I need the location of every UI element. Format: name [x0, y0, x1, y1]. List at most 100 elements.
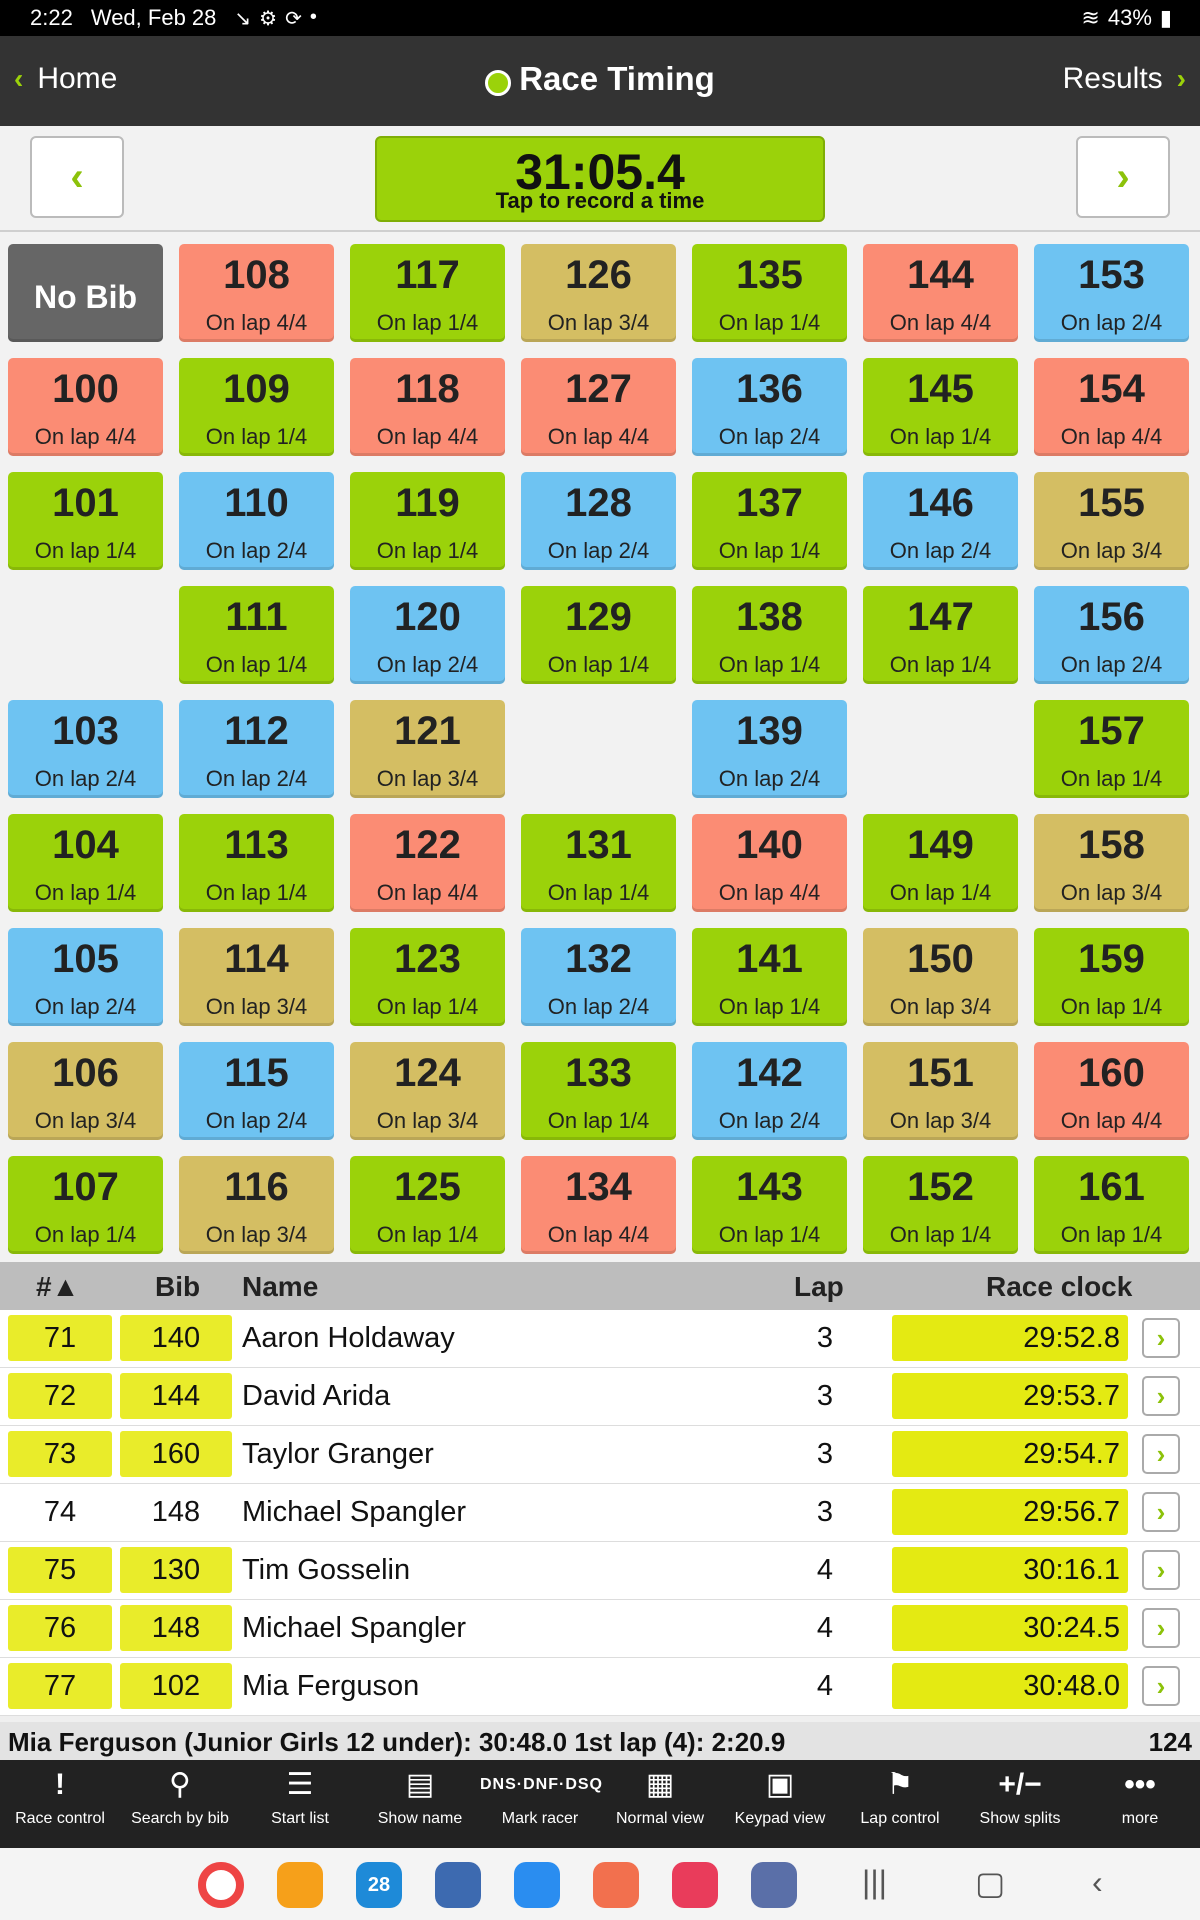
bib-tile[interactable]: 103 On lap 2/4 [8, 700, 163, 798]
bib-tile[interactable]: 144 On lap 4/4 [863, 244, 1018, 342]
race-clock-cell[interactable]: 30:16.1 [892, 1547, 1128, 1593]
table-row[interactable]: 77 102 Mia Ferguson 4 30:48.0 › [0, 1658, 1200, 1716]
bib-tile[interactable]: 120 On lap 2/4 [350, 586, 505, 684]
bib-tile[interactable]: 156 On lap 2/4 [1034, 586, 1189, 684]
bib-tile[interactable]: 139 On lap 2/4 [692, 700, 847, 798]
bib-tile[interactable]: 100 On lap 4/4 [8, 358, 163, 456]
bib-tile[interactable]: 131 On lap 1/4 [521, 814, 676, 912]
camera-icon[interactable] [672, 1862, 718, 1908]
home-system-button[interactable]: ▢ [975, 1864, 1005, 1902]
row-detail-button[interactable]: › [1142, 1550, 1180, 1590]
settings-icon[interactable] [435, 1862, 481, 1908]
bib-tile[interactable]: 158 On lap 3/4 [1034, 814, 1189, 912]
messages-icon[interactable] [514, 1862, 560, 1908]
recent-apps-button[interactable]: ||| [862, 1864, 887, 1901]
bib-tile[interactable]: 127 On lap 4/4 [521, 358, 676, 456]
race-clock-cell[interactable]: 30:48.0 [892, 1663, 1128, 1709]
bib-tile[interactable]: 114 On lap 3/4 [179, 928, 334, 1026]
calendar-icon[interactable]: 28 [356, 1862, 402, 1908]
bib-tile[interactable]: 141 On lap 1/4 [692, 928, 847, 1026]
header-num[interactable]: #▲ [36, 1271, 79, 1303]
apps-icon[interactable] [751, 1862, 797, 1908]
bib-tile[interactable]: 110 On lap 2/4 [179, 472, 334, 570]
bib-cell[interactable]: 148 [120, 1489, 232, 1535]
show-splits-button[interactable]: +/− Show splits [960, 1760, 1080, 1848]
bib-tile[interactable]: 142 On lap 2/4 [692, 1042, 847, 1140]
table-row[interactable]: 76 148 Michael Spangler 4 30:24.5 › [0, 1600, 1200, 1658]
next-page-button[interactable]: › [1076, 136, 1170, 218]
bib-tile[interactable]: 136 On lap 2/4 [692, 358, 847, 456]
bib-tile[interactable]: 117 On lap 1/4 [350, 244, 505, 342]
row-detail-button[interactable]: › [1142, 1318, 1180, 1358]
bib-tile[interactable]: 137 On lap 1/4 [692, 472, 847, 570]
files-icon[interactable] [277, 1862, 323, 1908]
normal-view-button[interactable]: ▦ Normal view [600, 1760, 720, 1848]
contacts-icon[interactable] [593, 1862, 639, 1908]
header-bib[interactable]: Bib [155, 1271, 200, 1303]
bib-tile[interactable]: 115 On lap 2/4 [179, 1042, 334, 1140]
bib-tile[interactable]: 105 On lap 2/4 [8, 928, 163, 1026]
bib-tile[interactable]: 121 On lap 3/4 [350, 700, 505, 798]
bib-cell[interactable]: 144 [120, 1373, 232, 1419]
bib-tile[interactable]: 160 On lap 4/4 [1034, 1042, 1189, 1140]
results-button[interactable]: Results › [1063, 62, 1186, 96]
table-row[interactable]: 74 148 Michael Spangler 3 29:56.7 › [0, 1484, 1200, 1542]
bib-tile[interactable]: 126 On lap 3/4 [521, 244, 676, 342]
bib-tile[interactable]: 122 On lap 4/4 [350, 814, 505, 912]
bib-cell[interactable]: 140 [120, 1315, 232, 1361]
bib-tile[interactable]: 116 On lap 3/4 [179, 1156, 334, 1254]
bib-tile[interactable]: 149 On lap 1/4 [863, 814, 1018, 912]
bib-cell[interactable]: 130 [120, 1547, 232, 1593]
row-detail-button[interactable]: › [1142, 1666, 1180, 1706]
bib-tile[interactable]: 128 On lap 2/4 [521, 472, 676, 570]
start-list-button[interactable]: ☰ Start list [240, 1760, 360, 1848]
row-detail-button[interactable]: › [1142, 1608, 1180, 1648]
bib-cell[interactable]: 148 [120, 1605, 232, 1651]
search-by-bib-button[interactable]: ⚲ Search by bib [120, 1760, 240, 1848]
row-detail-button[interactable]: › [1142, 1376, 1180, 1416]
bib-tile[interactable]: 143 On lap 1/4 [692, 1156, 847, 1254]
bib-tile[interactable]: 147 On lap 1/4 [863, 586, 1018, 684]
bib-tile[interactable]: 108 On lap 4/4 [179, 244, 334, 342]
bib-cell[interactable]: 160 [120, 1431, 232, 1477]
race-clock-cell[interactable]: 29:53.7 [892, 1373, 1128, 1419]
mark-racer-button[interactable]: DNS·DNF·DSQ Mark racer [480, 1760, 602, 1848]
bib-tile[interactable]: 159 On lap 1/4 [1034, 928, 1189, 1026]
bib-tile[interactable]: 107 On lap 1/4 [8, 1156, 163, 1254]
bib-tile[interactable]: 161 On lap 1/4 [1034, 1156, 1189, 1254]
race-clock-cell[interactable]: 29:52.8 [892, 1315, 1128, 1361]
race-control-button[interactable]: ! Race control [0, 1760, 120, 1848]
bib-tile[interactable]: 124 On lap 3/4 [350, 1042, 505, 1140]
bib-tile[interactable]: 113 On lap 1/4 [179, 814, 334, 912]
header-race-clock[interactable]: Race clock [986, 1271, 1132, 1303]
bib-tile[interactable]: 106 On lap 3/4 [8, 1042, 163, 1140]
chrome-icon[interactable] [198, 1862, 244, 1908]
show-name-button[interactable]: ▤ Show name [360, 1760, 480, 1848]
bib-tile[interactable]: 152 On lap 1/4 [863, 1156, 1018, 1254]
race-clock-cell[interactable]: 30:24.5 [892, 1605, 1128, 1651]
bib-tile[interactable]: 123 On lap 1/4 [350, 928, 505, 1026]
bib-tile[interactable]: 125 On lap 1/4 [350, 1156, 505, 1254]
bib-tile[interactable]: 135 On lap 1/4 [692, 244, 847, 342]
bib-tile[interactable]: 104 On lap 1/4 [8, 814, 163, 912]
header-name[interactable]: Name [242, 1271, 318, 1303]
lap-control-button[interactable]: ⚑ Lap control [840, 1760, 960, 1848]
bib-tile[interactable]: 154 On lap 4/4 [1034, 358, 1189, 456]
row-detail-button[interactable]: › [1142, 1434, 1180, 1474]
bib-tile[interactable]: 109 On lap 1/4 [179, 358, 334, 456]
bib-tile[interactable]: 155 On lap 3/4 [1034, 472, 1189, 570]
race-clock-cell[interactable]: 29:56.7 [892, 1489, 1128, 1535]
table-row[interactable]: 71 140 Aaron Holdaway 3 29:52.8 › [0, 1310, 1200, 1368]
header-lap[interactable]: Lap [794, 1271, 844, 1303]
bib-tile[interactable]: 134 On lap 4/4 [521, 1156, 676, 1254]
table-row[interactable]: 73 160 Taylor Granger 3 29:54.7 › [0, 1426, 1200, 1484]
more-button[interactable]: ••• more [1080, 1760, 1200, 1848]
bib-tile[interactable]: 146 On lap 2/4 [863, 472, 1018, 570]
row-detail-button[interactable]: › [1142, 1492, 1180, 1532]
keypad-view-button[interactable]: ▣ Keypad view [720, 1760, 840, 1848]
table-row[interactable]: 75 130 Tim Gosselin 4 30:16.1 › [0, 1542, 1200, 1600]
bib-tile[interactable]: 112 On lap 2/4 [179, 700, 334, 798]
bib-cell[interactable]: 102 [120, 1663, 232, 1709]
bib-tile[interactable]: 153 On lap 2/4 [1034, 244, 1189, 342]
bib-tile[interactable]: 132 On lap 2/4 [521, 928, 676, 1026]
